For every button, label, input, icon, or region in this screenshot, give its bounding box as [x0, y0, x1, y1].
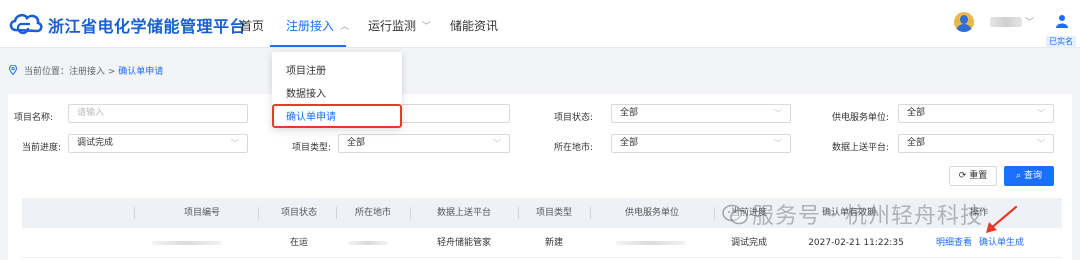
col-type: 项目类型 [535, 208, 572, 218]
project-id-blurred [152, 241, 222, 245]
region-blurred [348, 241, 388, 245]
reset-button[interactable]: ⟳ 重置 [949, 166, 997, 186]
col-status: 项目状态 [280, 208, 317, 218]
refresh-icon: ⟳ [958, 171, 970, 181]
col-power-unit: 供电服务单位 [624, 208, 679, 218]
nav-dropdown-menu: 项目注册 数据接入 确认单申请 [272, 52, 402, 128]
logo-icon [9, 13, 43, 35]
label-project-name: 项目名称: [14, 113, 54, 123]
breadcrumb-prefix: 当前位置：注册接入 > [24, 67, 119, 77]
table-row: 在运 轻舟储能管家 新建 调试完成 2027-02-21 11:22:35 明细… [22, 228, 1062, 258]
nav-active-indicator [270, 45, 346, 47]
query-button[interactable]: ⌕ 查询 [1004, 166, 1054, 186]
chevron-down-icon: ﹀ [1037, 109, 1045, 118]
label-upload-platform: 数据上送平台: [832, 143, 890, 153]
chevron-down-icon: ﹀ [422, 22, 432, 32]
main-panel: 项目名称: 请输入 项目状态: 全部 ﹀ 供电服务单位: 全部 ﹀ 当前进度: 调试… [8, 94, 1072, 260]
region-select[interactable]: 全部 ﹀ [611, 134, 791, 153]
top-header: 浙江省电化学储能管理平台 首页 注册接入 ︿ 运行监测 ﹀ 储能资讯 ﹀ 已实名 [0, 0, 1080, 48]
label-region: 所在地市: [554, 143, 594, 153]
view-details-link[interactable]: 明细查看 [936, 228, 972, 258]
user-avatar[interactable] [954, 12, 974, 32]
project-type-select[interactable]: 全部 ﹀ [338, 134, 510, 153]
nav-registration[interactable]: 注册接入 ︿ [286, 17, 349, 34]
power-unit-blurred [616, 241, 686, 245]
chevron-down-icon: ﹀ [231, 139, 239, 148]
cell-valid-until: 2027-02-21 11:22:35 [808, 238, 904, 248]
col-platform: 数据上送平台 [436, 208, 491, 218]
person-icon[interactable] [1056, 14, 1068, 28]
cell-type: 新建 [544, 238, 563, 248]
breadcrumb: 当前位置：注册接入 > 确认单申请 [8, 64, 163, 77]
menu-item-confirmation-apply[interactable]: 确认单申请 [286, 108, 336, 123]
username-blurred[interactable] [990, 17, 1022, 27]
red-arrow-annotation [986, 205, 1018, 233]
nav-monitoring[interactable]: 运行监测 ﹀ [368, 17, 431, 34]
chevron-up-icon: ︿ [340, 22, 350, 32]
col-region: 所在地市 [354, 208, 391, 218]
chevron-down-icon: ﹀ [1037, 139, 1045, 148]
breadcrumb-current: 确认单申请 [118, 67, 164, 77]
project-status-select[interactable]: 全部 ﹀ [611, 104, 791, 123]
project-name-input[interactable]: 请输入 [68, 104, 248, 123]
progress-select[interactable]: 调试完成 ﹀ [68, 134, 248, 153]
realname-badge: 已实名 [1046, 36, 1076, 48]
menu-item-project-registration[interactable]: 项目注册 [286, 62, 326, 77]
cell-status: 在运 [289, 238, 308, 248]
label-project-type: 项目类型: [292, 143, 332, 153]
cell-platform: 轻舟储能管家 [436, 238, 491, 248]
label-project-status: 项目状态: [554, 113, 594, 123]
chevron-down-icon[interactable]: ﹀ [1025, 15, 1034, 28]
upload-platform-select[interactable]: 全部 ﹀ [898, 134, 1054, 153]
chevron-down-icon: ﹀ [774, 109, 782, 118]
cell-progress: 调试完成 [730, 238, 767, 248]
chevron-down-icon: ﹀ [493, 139, 501, 148]
wechat-icon [722, 204, 748, 225]
chevron-down-icon: ﹀ [774, 139, 782, 148]
label-progress: 当前进度: [22, 143, 62, 153]
location-icon [8, 65, 18, 75]
app-title: 浙江省电化学储能管理平台 [48, 17, 247, 36]
col-project-id: 项目编号 [183, 208, 220, 218]
power-unit-select[interactable]: 全部 ﹀ [898, 104, 1054, 123]
nav-news[interactable]: 储能资讯 [450, 17, 498, 34]
nav-home[interactable]: 首页 [240, 17, 264, 34]
watermark: 服务号 · 杭州轻舟科技 [722, 198, 983, 230]
label-power-unit: 供电服务单位: [832, 113, 890, 123]
search-icon: ⌕ [1016, 171, 1024, 181]
menu-item-data-access[interactable]: 数据接入 [286, 85, 326, 100]
